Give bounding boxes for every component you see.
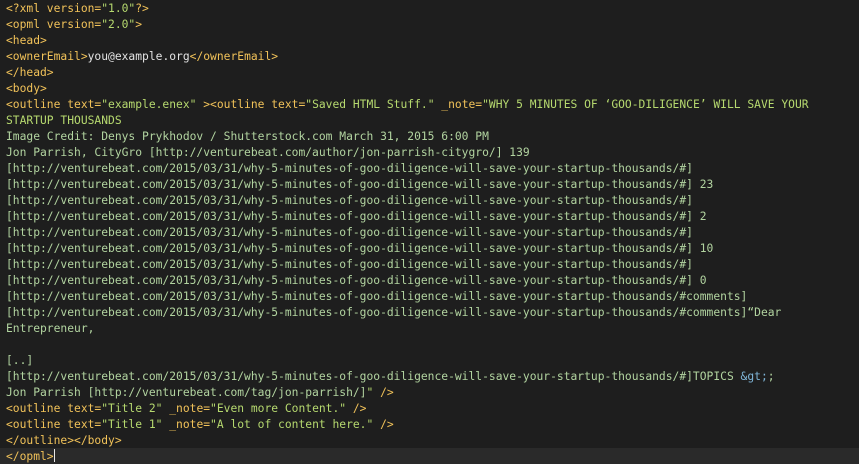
code-token: > (135, 18, 143, 31)
code-token: _note= (434, 98, 483, 111)
code-token: Entrepreneur, (6, 322, 95, 335)
code-token: Image Credit: Denys Prykhodov / Shutters… (6, 130, 489, 143)
code-line[interactable]: [http://venturebeat.com/2015/03/31/why-5… (6, 208, 856, 224)
code-line[interactable]: [http://venturebeat.com/2015/03/31/why-5… (6, 192, 856, 208)
code-token: _note= (162, 402, 211, 415)
code-token: Jon Parrish [http://venturebeat.com/tag/… (6, 386, 367, 399)
code-line[interactable]: <opml version="2.0"> (6, 16, 856, 32)
code-token: "A lot of content here." (210, 418, 374, 431)
code-token: ><outline text= (196, 98, 306, 111)
code-token: [http://venturebeat.com/2015/03/31/why-5… (6, 210, 707, 223)
code-line[interactable]: <outline text="example.enex" ><outline t… (6, 96, 856, 112)
code-token: <head> (6, 34, 47, 47)
code-token: "1.0" (101, 2, 136, 15)
code-token: STARTUP THOUSANDS (6, 114, 122, 127)
code-line[interactable]: Image Credit: Denys Prykhodov / Shutters… (6, 128, 856, 144)
code-token: "Title 2" (101, 402, 163, 415)
code-token: "Even more Content." (210, 402, 347, 415)
code-token: /> (346, 402, 367, 415)
code-token: _note= (162, 418, 211, 431)
code-line[interactable]: [http://venturebeat.com/2015/03/31/why-5… (6, 224, 856, 240)
code-token: <outline text= (6, 98, 102, 111)
code-line[interactable]: </opml> (0, 448, 859, 464)
code-token: [http://venturebeat.com/2015/03/31/why-5… (6, 194, 693, 207)
code-line[interactable]: [http://venturebeat.com/2015/03/31/why-5… (6, 288, 856, 304)
code-line[interactable]: Jon Parrish, CityGro [http://venturebeat… (6, 144, 856, 160)
code-line[interactable]: <outline text="Title 1" _note="A lot of … (6, 416, 856, 432)
code-token: <?xml version= (6, 2, 102, 15)
code-token: Jon Parrish, CityGro [http://venturebeat… (6, 146, 530, 159)
code-token: "Title 1" (101, 418, 163, 431)
code-token: </head> (6, 66, 54, 79)
code-token: <ownerEmail> (6, 50, 88, 63)
code-token: <opml version= (6, 18, 102, 31)
code-line[interactable]: <head> (6, 32, 856, 48)
code-editor[interactable]: <?xml version="1.0"?> <opml version="2.0"… (0, 0, 859, 464)
code-token: </outline></body> (6, 434, 122, 447)
code-token: "WHY 5 MINUTES OF ‘GOO-DILIGENCE’ WILL S… (482, 98, 809, 111)
code-line[interactable]: </head> (6, 64, 856, 80)
code-token: <outline text= (6, 418, 102, 431)
code-line[interactable]: [http://venturebeat.com/2015/03/31/why-5… (6, 368, 856, 384)
code-token: [..] (6, 354, 34, 367)
code-token: ?> (135, 2, 149, 15)
code-line[interactable]: [http://venturebeat.com/2015/03/31/why-5… (6, 176, 856, 192)
code-line[interactable]: [http://venturebeat.com/2015/03/31/why-5… (6, 240, 856, 256)
code-line[interactable] (6, 336, 856, 352)
code-line[interactable]: <ownerEmail>you@example.org</ownerEmail> (6, 48, 856, 64)
code-token: "2.0" (101, 18, 136, 31)
code-line[interactable]: [..] (6, 352, 856, 368)
code-token: [http://venturebeat.com/2015/03/31/why-5… (6, 306, 782, 319)
code-token: [http://venturebeat.com/2015/03/31/why-5… (6, 370, 741, 383)
code-token: "example.enex" (101, 98, 197, 111)
code-token: [http://venturebeat.com/2015/03/31/why-5… (6, 258, 693, 271)
code-token: [http://venturebeat.com/2015/03/31/why-5… (6, 242, 714, 255)
code-line[interactable]: [http://venturebeat.com/2015/03/31/why-5… (6, 160, 856, 176)
code-line[interactable]: Entrepreneur, (6, 320, 856, 336)
code-line[interactable]: Jon Parrish [http://venturebeat.com/tag/… (6, 384, 856, 400)
code-token: </opml> (6, 450, 54, 463)
text-cursor (53, 449, 55, 462)
code-token: [http://venturebeat.com/2015/03/31/why-5… (6, 290, 748, 303)
code-token: [http://venturebeat.com/2015/03/31/why-5… (6, 178, 714, 191)
code-token: </ownerEmail> (189, 50, 279, 63)
code-line[interactable]: STARTUP THOUSANDS (6, 112, 856, 128)
code-token: [http://venturebeat.com/2015/03/31/why-5… (6, 226, 693, 239)
code-line[interactable]: <body> (6, 80, 856, 96)
code-token: "Saved HTML Stuff." (305, 98, 435, 111)
code-line[interactable]: [http://venturebeat.com/2015/03/31/why-5… (6, 272, 856, 288)
code-line[interactable]: [http://venturebeat.com/2015/03/31/why-5… (6, 256, 856, 272)
code-line[interactable]: <?xml version="1.0"?> (6, 0, 856, 16)
code-token: [http://venturebeat.com/2015/03/31/why-5… (6, 162, 693, 175)
code-token: &gt; (740, 370, 768, 383)
code-token: <body> (6, 82, 47, 95)
code-token: ; (767, 370, 775, 383)
code-line[interactable]: [http://venturebeat.com/2015/03/31/why-5… (6, 304, 856, 320)
code-token: /> (373, 418, 394, 431)
code-token: /> (373, 386, 394, 399)
code-token: you@example.org (87, 50, 190, 63)
code-token: [http://venturebeat.com/2015/03/31/why-5… (6, 274, 707, 287)
code-line[interactable]: </outline></body> (6, 432, 856, 448)
code-token: <outline text= (6, 402, 102, 415)
code-line[interactable]: <outline text="Title 2" _note="Even more… (6, 400, 856, 416)
